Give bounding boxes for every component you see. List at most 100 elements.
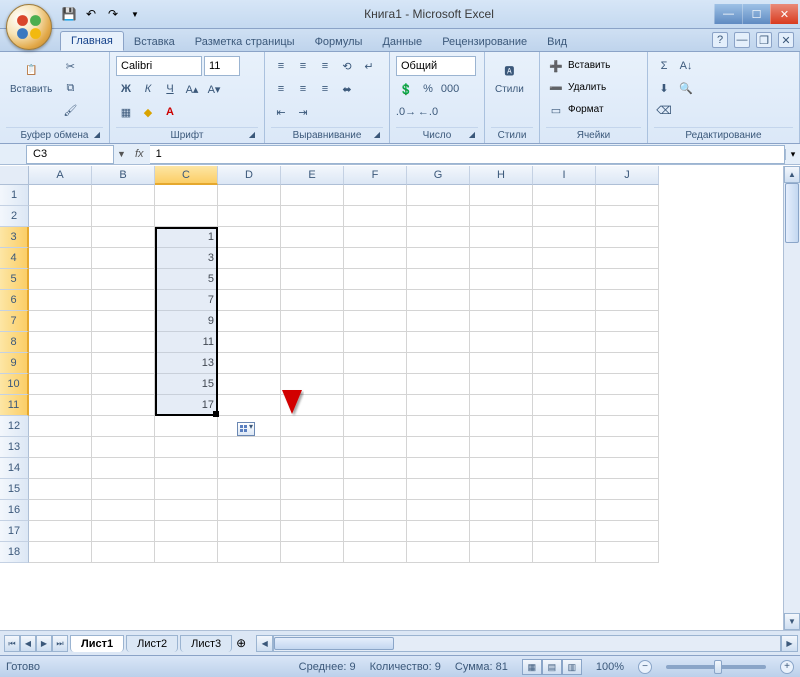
cell-B13[interactable] bbox=[92, 437, 155, 458]
cell-H17[interactable] bbox=[470, 521, 533, 542]
tab-formulas[interactable]: Формулы bbox=[305, 33, 373, 51]
autofill-options-button[interactable] bbox=[237, 422, 255, 436]
column-header-F[interactable]: F bbox=[344, 166, 407, 185]
cell-C9[interactable]: 13 bbox=[155, 353, 218, 374]
select-all-corner[interactable] bbox=[0, 166, 29, 185]
row-header-7[interactable]: 7 bbox=[0, 311, 29, 332]
cell-A10[interactable] bbox=[29, 374, 92, 395]
row-header-9[interactable]: 9 bbox=[0, 353, 29, 374]
cell-D3[interactable] bbox=[218, 227, 281, 248]
formula-bar-expand[interactable]: ▾ bbox=[785, 149, 800, 160]
scroll-right-button[interactable]: ▶ bbox=[781, 635, 798, 652]
cell-A16[interactable] bbox=[29, 500, 92, 521]
name-box[interactable] bbox=[26, 145, 114, 164]
cell-B15[interactable] bbox=[92, 479, 155, 500]
cell-H14[interactable] bbox=[470, 458, 533, 479]
cell-J7[interactable] bbox=[596, 311, 659, 332]
cell-F8[interactable] bbox=[344, 332, 407, 353]
decrease-indent-button[interactable]: ⇤ bbox=[271, 102, 291, 122]
cell-I13[interactable] bbox=[533, 437, 596, 458]
view-normal-button[interactable]: ▦ bbox=[522, 659, 542, 675]
cell-C6[interactable]: 7 bbox=[155, 290, 218, 311]
cell-D1[interactable] bbox=[218, 185, 281, 206]
cell-A13[interactable] bbox=[29, 437, 92, 458]
column-header-D[interactable]: D bbox=[218, 166, 281, 185]
horizontal-scroll-thumb[interactable] bbox=[274, 637, 394, 650]
increase-indent-button[interactable]: ⇥ bbox=[293, 102, 313, 122]
cell-I10[interactable] bbox=[533, 374, 596, 395]
cell-G13[interactable] bbox=[407, 437, 470, 458]
font-color-button[interactable]: A bbox=[160, 102, 180, 122]
align-top-button[interactable]: ≡ bbox=[271, 56, 291, 76]
cell-H11[interactable] bbox=[470, 395, 533, 416]
row-header-8[interactable]: 8 bbox=[0, 332, 29, 353]
zoom-in-button[interactable]: + bbox=[780, 660, 794, 674]
zoom-level[interactable]: 100% bbox=[596, 661, 624, 673]
cell-J17[interactable] bbox=[596, 521, 659, 542]
cell-H15[interactable] bbox=[470, 479, 533, 500]
cell-D5[interactable] bbox=[218, 269, 281, 290]
column-header-A[interactable]: A bbox=[29, 166, 92, 185]
number-format-combo[interactable] bbox=[396, 56, 476, 76]
increase-decimal-button[interactable]: .0→ bbox=[396, 102, 416, 122]
merge-button[interactable]: ⬌ bbox=[337, 79, 357, 99]
cell-J9[interactable] bbox=[596, 353, 659, 374]
cell-C1[interactable] bbox=[155, 185, 218, 206]
window-close-button[interactable]: ✕ bbox=[770, 4, 798, 24]
shrink-font-button[interactable]: A▾ bbox=[204, 79, 224, 99]
cell-J10[interactable] bbox=[596, 374, 659, 395]
worksheet-grid[interactable]: ABCDEFGHIJ 12314355677981191310151117121… bbox=[0, 166, 800, 630]
cell-A6[interactable] bbox=[29, 290, 92, 311]
align-bottom-button[interactable]: ≡ bbox=[315, 56, 335, 76]
cell-C12[interactable] bbox=[155, 416, 218, 437]
cell-D2[interactable] bbox=[218, 206, 281, 227]
cell-F12[interactable] bbox=[344, 416, 407, 437]
cell-C18[interactable] bbox=[155, 542, 218, 563]
cell-G9[interactable] bbox=[407, 353, 470, 374]
cell-A8[interactable] bbox=[29, 332, 92, 353]
align-middle-button[interactable]: ≡ bbox=[293, 56, 313, 76]
cell-D15[interactable] bbox=[218, 479, 281, 500]
cell-G12[interactable] bbox=[407, 416, 470, 437]
align-center-button[interactable]: ≡ bbox=[293, 79, 313, 99]
scroll-down-button[interactable]: ▼ bbox=[784, 613, 800, 630]
cell-F15[interactable] bbox=[344, 479, 407, 500]
cell-F10[interactable] bbox=[344, 374, 407, 395]
cell-B7[interactable] bbox=[92, 311, 155, 332]
workbook-minimize-button[interactable]: — bbox=[734, 32, 750, 48]
cell-F16[interactable] bbox=[344, 500, 407, 521]
underline-button[interactable]: Ч bbox=[160, 79, 180, 99]
row-header-16[interactable]: 16 bbox=[0, 500, 29, 521]
row-header-6[interactable]: 6 bbox=[0, 290, 29, 311]
cell-J4[interactable] bbox=[596, 248, 659, 269]
cell-E18[interactable] bbox=[281, 542, 344, 563]
cell-C8[interactable]: 11 bbox=[155, 332, 218, 353]
cell-H12[interactable] bbox=[470, 416, 533, 437]
row-header-17[interactable]: 17 bbox=[0, 521, 29, 542]
cell-D4[interactable] bbox=[218, 248, 281, 269]
cell-F4[interactable] bbox=[344, 248, 407, 269]
column-header-I[interactable]: I bbox=[533, 166, 596, 185]
cells-insert-button[interactable]: ➕Вставить bbox=[546, 56, 610, 76]
cell-E15[interactable] bbox=[281, 479, 344, 500]
cell-J11[interactable] bbox=[596, 395, 659, 416]
cells-format-button[interactable]: ▭Формат bbox=[546, 100, 604, 120]
cell-B12[interactable] bbox=[92, 416, 155, 437]
cell-J18[interactable] bbox=[596, 542, 659, 563]
formula-bar[interactable] bbox=[150, 145, 785, 164]
row-header-11[interactable]: 11 bbox=[0, 395, 29, 416]
cell-G1[interactable] bbox=[407, 185, 470, 206]
cell-D10[interactable] bbox=[218, 374, 281, 395]
cell-D14[interactable] bbox=[218, 458, 281, 479]
currency-button[interactable]: 💲 bbox=[396, 79, 416, 99]
cell-I16[interactable] bbox=[533, 500, 596, 521]
row-header-3[interactable]: 3 bbox=[0, 227, 29, 248]
cell-I3[interactable] bbox=[533, 227, 596, 248]
sheet-tab-2[interactable]: Лист2 bbox=[126, 635, 178, 652]
cell-G4[interactable] bbox=[407, 248, 470, 269]
tab-view[interactable]: Вид bbox=[537, 33, 577, 51]
cell-B10[interactable] bbox=[92, 374, 155, 395]
cell-H1[interactable] bbox=[470, 185, 533, 206]
window-minimize-button[interactable]: — bbox=[714, 4, 742, 24]
cell-J1[interactable] bbox=[596, 185, 659, 206]
